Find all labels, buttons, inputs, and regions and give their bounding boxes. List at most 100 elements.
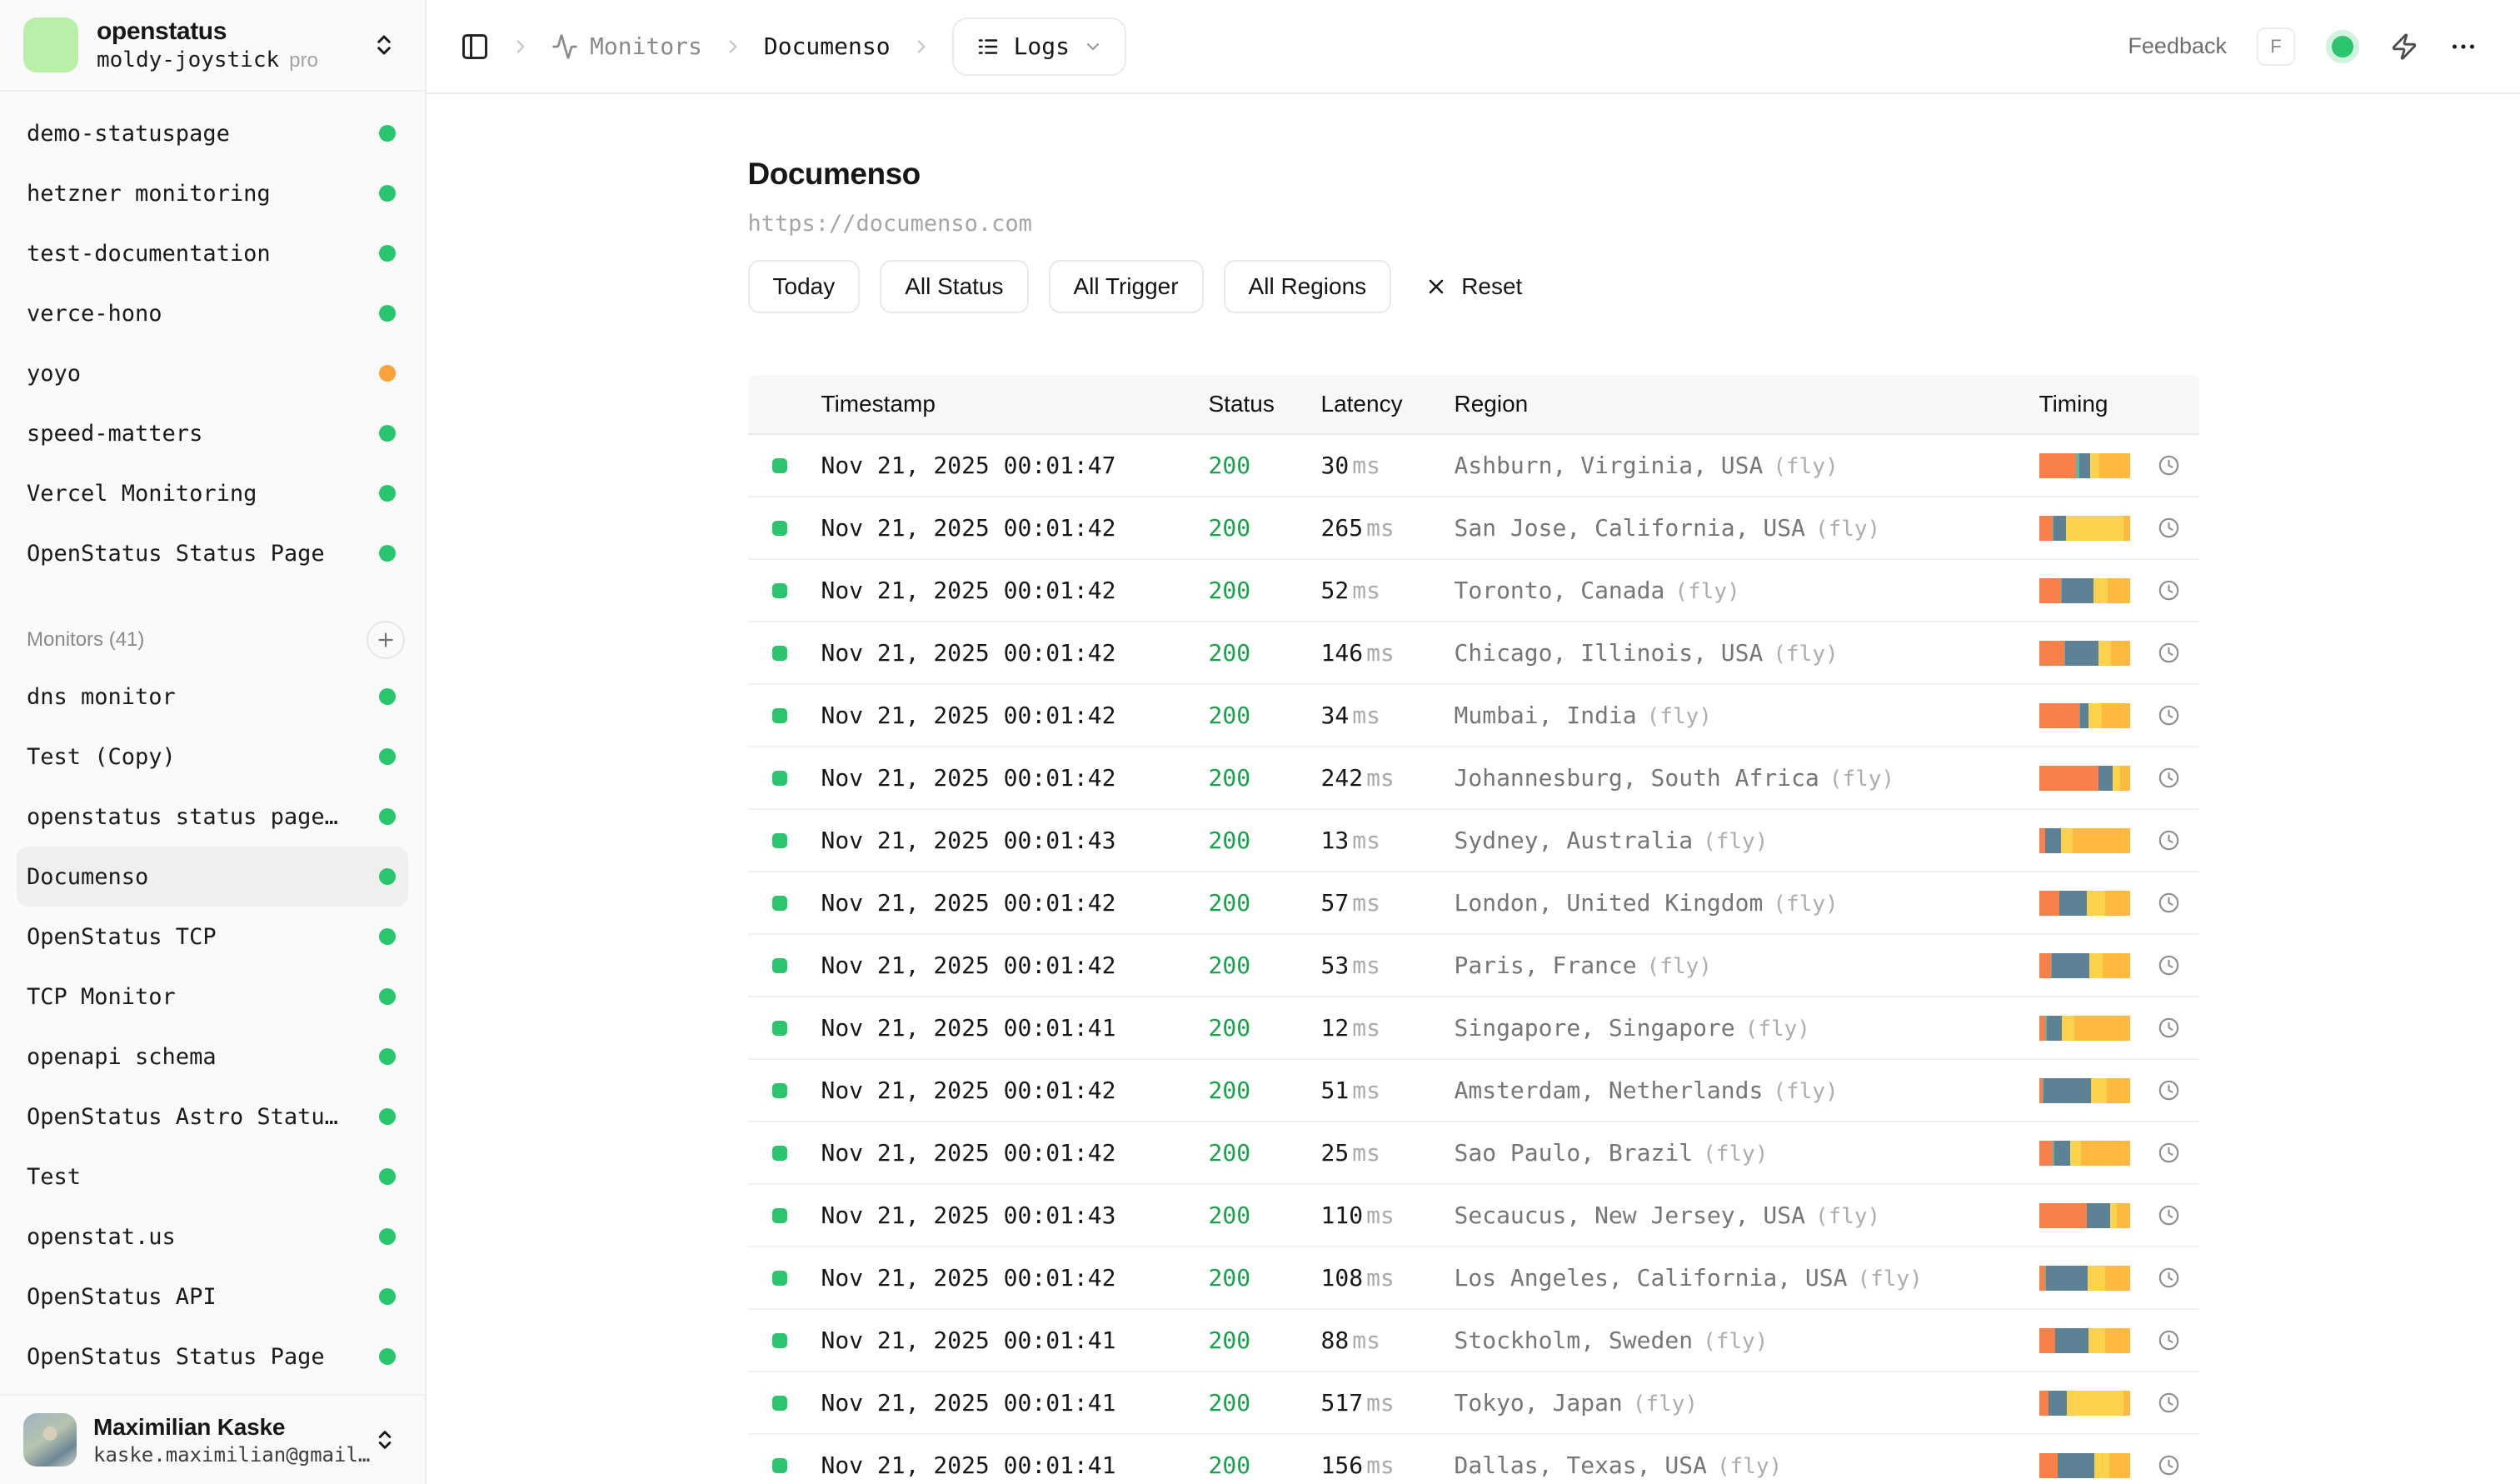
log-row[interactable]: Nov 21, 2025 00:01:4220051msAmsterdam, N…: [748, 1060, 2199, 1122]
sidebar-item-status-page[interactable]: Vercel Monitoring: [17, 463, 408, 523]
latency-value: 12: [1321, 1014, 1350, 1042]
log-row[interactable]: Nov 21, 2025 00:01:42200146msChicago, Il…: [748, 622, 2199, 685]
log-row[interactable]: Nov 21, 2025 00:01:4120012msSingapore, S…: [748, 997, 2199, 1060]
log-row[interactable]: Nov 21, 2025 00:01:4320013msSydney, Aust…: [748, 810, 2199, 872]
filter-button-today[interactable]: Today: [748, 260, 861, 313]
zap-button[interactable]: [2390, 32, 2418, 61]
cell-region: Johannesburg, South Africa(fly): [1435, 764, 2023, 792]
sidebar-item-monitor[interactable]: OpenStatus TCP: [17, 907, 408, 967]
view-selector-button[interactable]: Logs: [952, 17, 1126, 76]
sidebar-item-monitor[interactable]: OpenStatus Astro Statu…: [17, 1087, 408, 1147]
sidebar-item-status-page[interactable]: hetzner monitoring: [17, 163, 408, 223]
workspace-switcher[interactable]: openstatus moldy-joystick pro: [0, 0, 425, 92]
row-timing-detail-button[interactable]: [2158, 829, 2180, 852]
cell-latency: 51ms: [1306, 1077, 1435, 1104]
sidebar-item-monitor[interactable]: Test (Copy): [17, 727, 408, 787]
feedback-button[interactable]: Feedback: [2128, 33, 2227, 59]
operational-status-dot: [2332, 36, 2353, 57]
breadcrumb-monitors[interactable]: Monitors: [551, 32, 702, 60]
sidebar-scroll-area[interactable]: demo-statuspagehetzner monitoringtest-do…: [0, 92, 425, 1394]
sidebar-item-status-page[interactable]: yoyo: [17, 343, 408, 403]
row-timing-detail-button[interactable]: [2158, 1454, 2180, 1477]
log-row[interactable]: Nov 21, 2025 00:01:4220053msParis, Franc…: [748, 935, 2199, 997]
timing-bar: [2039, 453, 2131, 478]
timing-segment-ttfb: [2091, 1078, 2107, 1103]
log-row[interactable]: Nov 21, 2025 00:01:43200110msSecaucus, N…: [748, 1185, 2199, 1247]
add-monitor-button[interactable]: [367, 621, 405, 659]
log-row[interactable]: Nov 21, 2025 00:01:41200517msTokyo, Japa…: [748, 1372, 2199, 1435]
sidebar-item-monitor[interactable]: TCP Monitor: [17, 967, 408, 1027]
status-dot: [379, 305, 396, 322]
sidebar-item-status-page[interactable]: speed-matters: [17, 403, 408, 463]
row-timing-detail-button[interactable]: [2158, 1392, 2180, 1414]
timing-bar: [2039, 516, 2131, 541]
sidebar-item-monitor[interactable]: openstatus status page…: [17, 787, 408, 847]
log-row[interactable]: Nov 21, 2025 00:01:42200265msSan Jose, C…: [748, 497, 2199, 560]
clock-icon: [2158, 954, 2180, 977]
row-timing-detail-button[interactable]: [2158, 517, 2180, 539]
timing-segment-ttfb: [2089, 953, 2103, 978]
row-timing-detail-button[interactable]: [2158, 454, 2180, 477]
sidebar-item-status-page[interactable]: verce-hono: [17, 283, 408, 343]
latency-unit: ms: [1366, 1264, 1395, 1292]
workspace-name: openstatus: [97, 17, 353, 47]
log-row[interactable]: Nov 21, 2025 00:01:4220034msMumbai, Indi…: [748, 685, 2199, 747]
status-dot: [379, 808, 396, 825]
row-timing-detail-button[interactable]: [2158, 1329, 2180, 1352]
cell-latency: 25ms: [1306, 1139, 1435, 1167]
region-name: Johannesburg, South Africa: [1455, 764, 1819, 792]
log-row[interactable]: Nov 21, 2025 00:01:4720030msAshburn, Vir…: [748, 435, 2199, 497]
breadcrumb-documenso[interactable]: Documenso: [764, 32, 891, 60]
more-options-button[interactable]: [2448, 32, 2478, 62]
sidebar-item-monitor[interactable]: openapi schema: [17, 1027, 408, 1087]
row-timing-detail-button[interactable]: [2158, 1017, 2180, 1039]
row-status-indicator: [772, 458, 787, 473]
status-dot: [379, 485, 396, 502]
page-title: Documenso: [748, 156, 2199, 192]
row-timing-detail-button[interactable]: [2158, 579, 2180, 602]
sidebar-toggle-button[interactable]: [460, 32, 490, 62]
filter-button-all-trigger[interactable]: All Trigger: [1049, 260, 1204, 313]
cell-timing: [2023, 516, 2199, 541]
sidebar-item-monitor[interactable]: dns monitor: [17, 667, 408, 727]
row-timing-detail-button[interactable]: [2158, 1142, 2180, 1164]
reset-filters-button[interactable]: Reset: [1425, 273, 1522, 300]
row-status-indicator: [772, 1396, 787, 1411]
log-row[interactable]: Nov 21, 2025 00:01:42200242msJohannesbur…: [748, 747, 2199, 810]
latency-value: 156: [1321, 1452, 1364, 1479]
timing-segment-tls: [2043, 1078, 2091, 1103]
cell-timestamp: Nov 21, 2025 00:01:47: [806, 452, 1190, 479]
row-timing-detail-button[interactable]: [2158, 1079, 2180, 1102]
sidebar-item-status-page[interactable]: test-documentation: [17, 223, 408, 283]
row-timing-detail-button[interactable]: [2158, 1267, 2180, 1289]
log-row[interactable]: Nov 21, 2025 00:01:4220057msLondon, Unit…: [748, 872, 2199, 935]
filter-button-all-regions[interactable]: All Regions: [1224, 260, 1392, 313]
sidebar-item-monitor[interactable]: OpenStatus API: [17, 1267, 408, 1327]
cell-latency: 242ms: [1306, 764, 1435, 792]
timing-segment-transfer: [2108, 578, 2131, 603]
row-timing-detail-button[interactable]: [2158, 642, 2180, 664]
row-timing-detail-button[interactable]: [2158, 892, 2180, 914]
sidebar-item-monitor[interactable]: openstat.us: [17, 1207, 408, 1267]
log-row[interactable]: Nov 21, 2025 00:01:41200156msDallas, Tex…: [748, 1435, 2199, 1484]
row-timing-detail-button[interactable]: [2158, 954, 2180, 977]
user-menu[interactable]: Maximilian Kaske kaske.maximilian@gmail…: [0, 1394, 425, 1484]
cell-timing: [2023, 1016, 2199, 1041]
region-provider: (fly): [1703, 829, 1768, 854]
sidebar-item-monitor[interactable]: Test: [17, 1147, 408, 1207]
latency-unit: ms: [1352, 1077, 1380, 1104]
filter-button-all-status[interactable]: All Status: [880, 260, 1028, 313]
sidebar-item-monitor[interactable]: OpenStatus Status Page: [17, 1327, 408, 1387]
log-row[interactable]: Nov 21, 2025 00:01:42200108msLos Angeles…: [748, 1247, 2199, 1310]
timing-segment-transfer: [2103, 953, 2130, 978]
sidebar-item-status-page[interactable]: demo-statuspage: [17, 103, 408, 163]
log-row[interactable]: Nov 21, 2025 00:01:4220025msSao Paulo, B…: [748, 1122, 2199, 1185]
sidebar-item-monitor-selected[interactable]: Documenso: [17, 847, 408, 907]
sidebar-item-status-page[interactable]: OpenStatus Status Page: [17, 523, 408, 583]
zap-icon: [2390, 32, 2418, 61]
log-row[interactable]: Nov 21, 2025 00:01:4220052msToronto, Can…: [748, 560, 2199, 622]
log-row[interactable]: Nov 21, 2025 00:01:4120088msStockholm, S…: [748, 1310, 2199, 1372]
row-timing-detail-button[interactable]: [2158, 1204, 2180, 1227]
row-timing-detail-button[interactable]: [2158, 767, 2180, 789]
row-timing-detail-button[interactable]: [2158, 704, 2180, 727]
